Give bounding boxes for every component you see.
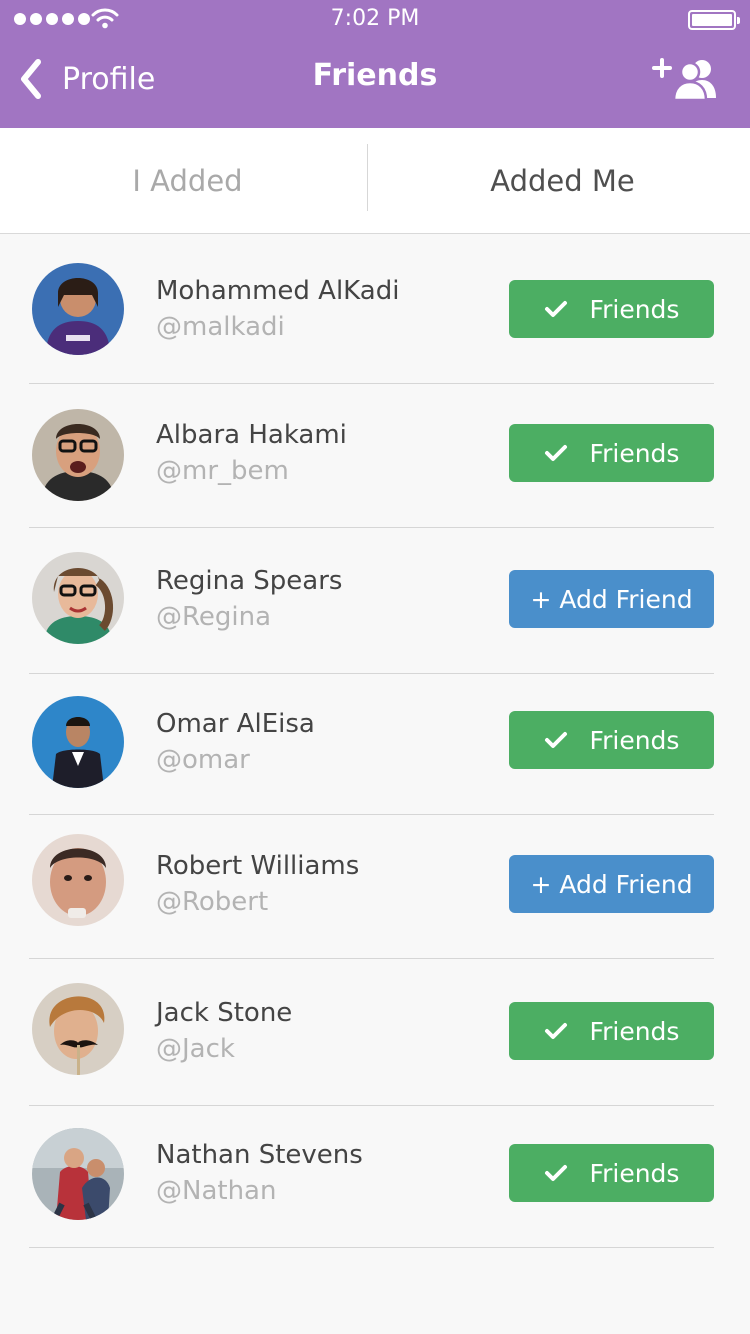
chevron-left-icon — [21, 59, 41, 99]
row-divider — [29, 383, 714, 384]
avatar[interactable] — [32, 834, 124, 926]
tab-bar: I Added Added Me — [0, 128, 750, 234]
status-time: 7:02 PM — [330, 6, 420, 31]
check-icon — [544, 1165, 567, 1181]
row-divider — [29, 527, 714, 528]
friends-button-label: Friends — [589, 1016, 680, 1046]
avatar[interactable] — [32, 983, 124, 1075]
avatar[interactable] — [32, 552, 124, 644]
friend-name: Omar AlEisa — [156, 709, 315, 739]
row-divider — [29, 1105, 714, 1106]
row-divider — [29, 958, 714, 959]
friends-button-label: Friends — [589, 725, 680, 755]
tab-i-added[interactable]: I Added — [0, 128, 375, 234]
friend-handle: @mr_bem — [156, 456, 289, 486]
add-friend-button[interactable]: + Add Friend — [509, 855, 714, 913]
friends-button[interactable]: Friends — [509, 424, 714, 482]
avatar[interactable] — [32, 409, 124, 501]
friend-handle: @Nathan — [156, 1176, 277, 1206]
check-icon — [544, 445, 567, 461]
tab-added-me[interactable]: Added Me — [375, 128, 750, 234]
back-label: Profile — [62, 61, 156, 97]
check-icon — [544, 732, 567, 748]
status-bar: 7:02 PM — [0, 0, 750, 40]
friends-button-label: Friends — [589, 294, 680, 324]
back-button[interactable]: Profile — [18, 56, 155, 102]
check-icon — [544, 301, 567, 317]
friends-button-label: Friends — [589, 1158, 680, 1188]
add-user-icon[interactable] — [652, 56, 718, 104]
friend-handle: @Regina — [156, 602, 272, 632]
friend-name: Regina Spears — [156, 566, 343, 596]
friend-name: Mohammed AlKadi — [156, 276, 400, 306]
nav-bar: 7:02 PM Profile Friends — [0, 0, 750, 128]
friends-button[interactable]: Friends — [509, 1144, 714, 1202]
tab-divider — [367, 144, 368, 211]
friend-handle: @malkadi — [156, 312, 285, 342]
friend-handle: @Jack — [156, 1034, 235, 1064]
check-icon — [544, 1023, 567, 1039]
row-divider — [29, 1247, 714, 1248]
avatar[interactable] — [32, 1128, 124, 1220]
friend-handle: @Robert — [156, 887, 269, 917]
add-friend-button[interactable]: + Add Friend — [509, 570, 714, 628]
row-divider — [29, 673, 714, 674]
friends-button-label: Friends — [589, 438, 680, 468]
friend-name: Jack Stone — [156, 998, 293, 1028]
friends-button[interactable]: Friends — [509, 280, 714, 338]
avatar[interactable] — [32, 696, 124, 788]
friend-handle: @omar — [156, 745, 250, 775]
row-divider — [29, 814, 714, 815]
friends-button[interactable]: Friends — [509, 1002, 714, 1060]
friend-name: Robert Williams — [156, 851, 360, 881]
avatar[interactable] — [32, 263, 124, 355]
battery-icon — [688, 10, 740, 30]
friends-button[interactable]: Friends — [509, 711, 714, 769]
friend-name: Nathan Stevens — [156, 1140, 363, 1170]
friend-name: Albara Hakami — [156, 420, 347, 450]
